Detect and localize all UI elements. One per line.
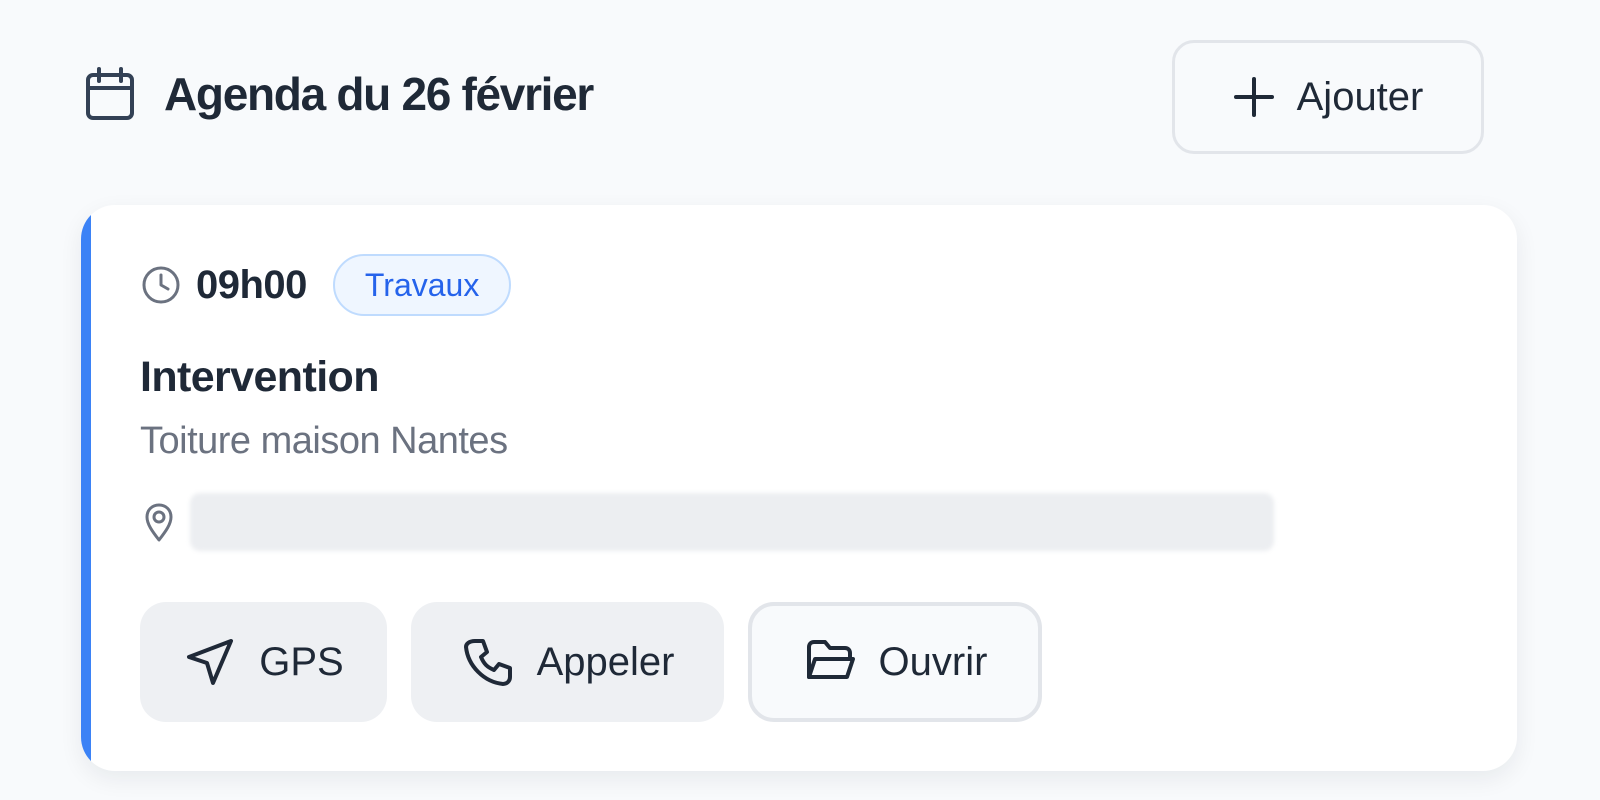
map-pin-icon (145, 503, 173, 542)
plus-icon (1233, 77, 1274, 117)
gps-label: GPS (259, 639, 344, 684)
event-category-badge: Travaux (332, 254, 512, 316)
agenda-event-card[interactable]: 09h00 Travaux Intervention Toiture maiso… (81, 205, 1517, 771)
page-title: Agenda du 26 février (164, 68, 594, 120)
add-event-label: Ajouter (1296, 74, 1424, 119)
event-subtitle: Toiture maison Nantes (140, 420, 508, 462)
event-title: Intervention (140, 353, 379, 401)
folder-open-icon (806, 640, 855, 679)
agenda-title-group: Agenda du 26 février (84, 66, 594, 122)
open-button[interactable]: Ouvrir (748, 602, 1042, 722)
event-time: 09h00 (196, 262, 307, 307)
event-accent-bar (81, 205, 91, 771)
gps-button[interactable]: GPS (140, 602, 387, 722)
event-actions: GPS Appeler Ouvrir (140, 602, 1042, 722)
agenda-header: Agenda du 26 février Ajouter (84, 40, 1516, 154)
add-event-button[interactable]: Ajouter (1172, 40, 1484, 154)
call-button[interactable]: Appeler (411, 602, 724, 722)
event-address-redacted (190, 493, 1274, 551)
event-time-row: 09h00 Travaux (140, 254, 512, 316)
clock-icon (142, 266, 180, 304)
event-location-row (140, 493, 1274, 551)
call-label: Appeler (536, 639, 675, 684)
navigation-arrow-icon (187, 639, 234, 685)
phone-icon (463, 639, 512, 686)
open-label: Ouvrir (878, 639, 988, 684)
calendar-icon (86, 67, 134, 120)
